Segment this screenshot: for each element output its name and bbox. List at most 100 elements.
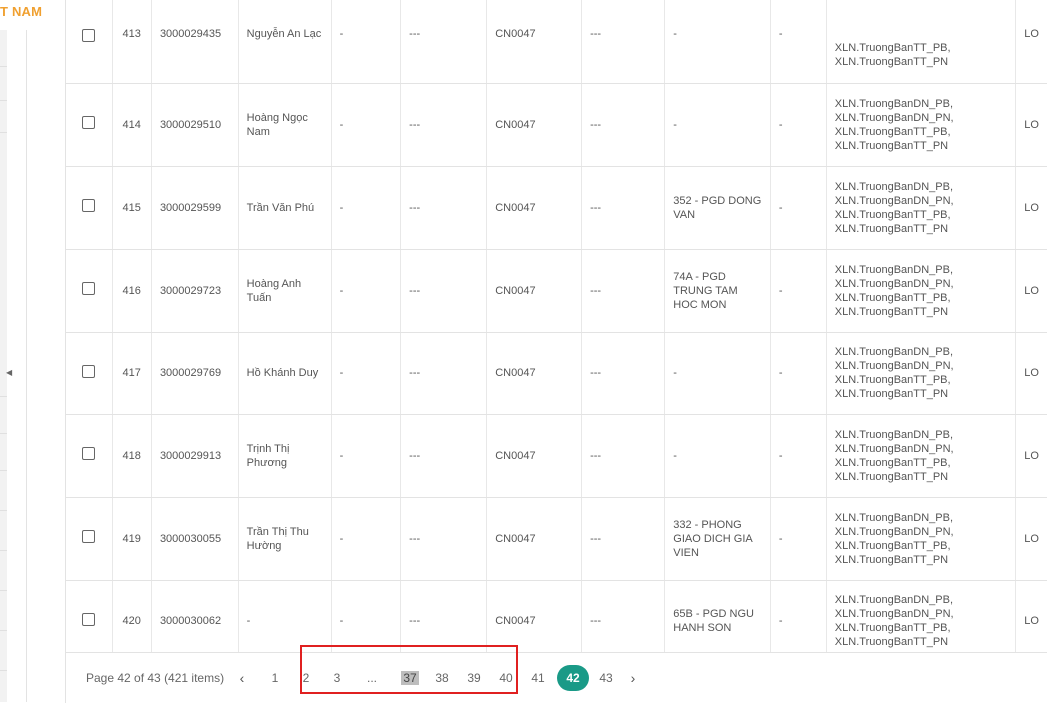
cell-c5: ---	[400, 580, 488, 652]
cell-branch: CN0047	[486, 497, 583, 581]
row-checkbox[interactable]	[82, 28, 96, 42]
row-checkbox[interactable]	[82, 447, 96, 460]
cell-c7: ---	[581, 83, 666, 167]
cell-stt: 414	[112, 83, 152, 167]
cell-stt: 417	[112, 332, 152, 415]
page-43-button[interactable]: 43	[593, 665, 619, 691]
sidebar-divider-line	[0, 630, 7, 631]
cell-last: LO	[1015, 580, 1047, 652]
cell-unit: -	[664, 83, 771, 167]
cell-last: LO	[1015, 332, 1047, 415]
cell-c9: -	[770, 249, 827, 333]
row-checkbox[interactable]	[82, 116, 96, 129]
row-select-cell	[66, 249, 113, 333]
row-checkbox[interactable]	[82, 530, 96, 543]
cell-c9: -	[770, 83, 827, 167]
page-1-button[interactable]: 1	[262, 665, 288, 691]
row-checkbox[interactable]	[82, 364, 96, 378]
page-label: 42	[566, 671, 580, 685]
sidebar-divider	[26, 30, 27, 702]
row-checkbox[interactable]	[82, 612, 96, 626]
cell-branch: CN0047	[486, 166, 583, 250]
cell-c7: ---	[581, 414, 666, 498]
cell-code: 3000029913	[151, 414, 239, 498]
cell-name: Hoàng Anh Tuấn	[238, 249, 332, 333]
cell-branch: CN0047	[486, 249, 583, 333]
cell-branch: CN0047	[486, 332, 583, 415]
cell-c5: ---	[400, 166, 488, 250]
cell-stt: 420	[112, 580, 152, 652]
cell-c4: -	[331, 332, 402, 415]
row-checkbox[interactable]	[82, 199, 96, 212]
table-row[interactable]: 414 3000029510 Hoàng Ngọc Nam - --- CN0047 ---…	[66, 83, 1047, 167]
cell-c7: ---	[581, 166, 666, 250]
cell-c9: -	[770, 0, 827, 84]
cell-roles: XLN.TruongBanDN_PB, XLN.TruongBanDN_PN, …	[826, 249, 1017, 333]
cell-stt: 413	[112, 0, 152, 84]
table-row[interactable]: 415 3000029599 Trần Văn Phú - --- CN0047 --- 35…	[66, 166, 1047, 250]
cell-name: Trần Thị Thu Hường	[238, 497, 332, 581]
cell-c5: ---	[400, 414, 488, 498]
cell-code: 3000029769	[151, 332, 239, 415]
brand-logo-text: T NAM	[0, 4, 43, 19]
cell-stt: 418	[112, 414, 152, 498]
cell-c5: ---	[400, 497, 488, 581]
sidebar-divider-line	[0, 590, 7, 591]
page-42-button[interactable]: 42	[557, 665, 589, 691]
cell-c5: ---	[400, 332, 488, 415]
cell-code: 3000030055	[151, 497, 239, 581]
cell-code: 3000029510	[151, 83, 239, 167]
sidebar-expand-icon[interactable]: ◀	[6, 368, 12, 377]
chevron-left-icon[interactable]: ‹	[228, 670, 256, 686]
table-row[interactable]: 420 3000030062- - --- CN0047 --- 65B - PGD NGU…	[66, 580, 1047, 652]
cell-last: LO	[1015, 166, 1047, 250]
cell-c4: -	[331, 166, 402, 250]
cell-unit: 332 - PHONG GIAO DICH GIA VIEN	[664, 497, 771, 581]
sidebar-divider-line	[0, 66, 7, 67]
sidebar-divider-line	[0, 550, 7, 551]
table-row[interactable]: 418 3000029913 Trịnh Thị Phương - --- CN0047-…	[66, 414, 1047, 498]
cell-name: Nguyễn An Lạc	[238, 0, 332, 84]
chevron-right-icon[interactable]: ›	[619, 670, 647, 686]
cell-c9: -	[770, 166, 827, 250]
cell-stt: 416	[112, 249, 152, 333]
cell-last: LO	[1015, 414, 1047, 498]
page-label: 43	[599, 671, 613, 685]
cell-c9: -	[770, 332, 827, 415]
row-select-cell	[66, 0, 113, 84]
cell-unit: 74A - PGD TRUNG TAM HOC MON	[664, 249, 771, 333]
table-row[interactable]: 416 3000029723 Hoàng Anh Tuấn - --- CN0047 ---…	[66, 249, 1047, 333]
cell-name: -	[238, 580, 332, 652]
sidebar-divider-line	[0, 396, 7, 397]
pagination-bar: Page 42 of 43 (421 items) ‹ 1 2 3... 37 38 39…	[65, 652, 1047, 703]
sidebar-divider-line	[0, 670, 7, 671]
row-checkbox[interactable]	[82, 282, 96, 295]
left-sidebar-collapsed	[0, 30, 7, 702]
cell-roles: XLN.TruongBanTT_PB, XLN.TruongBanTT_PN	[826, 0, 1017, 84]
cell-roles: XLN.TruongBanDN_PB, XLN.TruongBanDN_PN, …	[826, 580, 1017, 652]
sidebar-divider-line	[0, 132, 7, 133]
page-41-button[interactable]: 41	[525, 665, 551, 691]
cell-c4: -	[331, 249, 402, 333]
table-row[interactable]: 419 3000030055 Trần Thị Thu Hường - --- CN004…	[66, 497, 1047, 581]
cell-unit: -	[664, 414, 771, 498]
cell-c9: -	[770, 497, 827, 581]
cell-code: 3000030062	[151, 580, 239, 652]
row-select-cell	[66, 497, 113, 581]
sidebar-divider-line	[0, 470, 7, 471]
cell-unit: -	[664, 332, 771, 415]
cell-name: Hồ Khánh Duy	[238, 332, 332, 415]
cell-code: 3000029723	[151, 249, 239, 333]
cell-c9: -	[770, 580, 827, 652]
cell-c7: ---	[581, 0, 666, 84]
cell-code: 3000029435	[151, 0, 239, 84]
cell-c4: -	[331, 497, 402, 581]
sidebar-divider-line	[0, 510, 7, 511]
table-row[interactable]: 413 3000029435 Nguyễn An Lạc - --- CN0047 --- -…	[66, 0, 1047, 84]
table-row[interactable]: 417 3000029769 Hồ Khánh Duy - --- CN0047 --- - -…	[66, 332, 1047, 415]
annotation-highlight-box	[300, 645, 518, 694]
pagination-info: Page 42 of 43 (421 items)	[86, 671, 225, 685]
cell-stt: 415	[112, 166, 152, 250]
cell-c4: -	[331, 83, 402, 167]
cell-c9: -	[770, 414, 827, 498]
